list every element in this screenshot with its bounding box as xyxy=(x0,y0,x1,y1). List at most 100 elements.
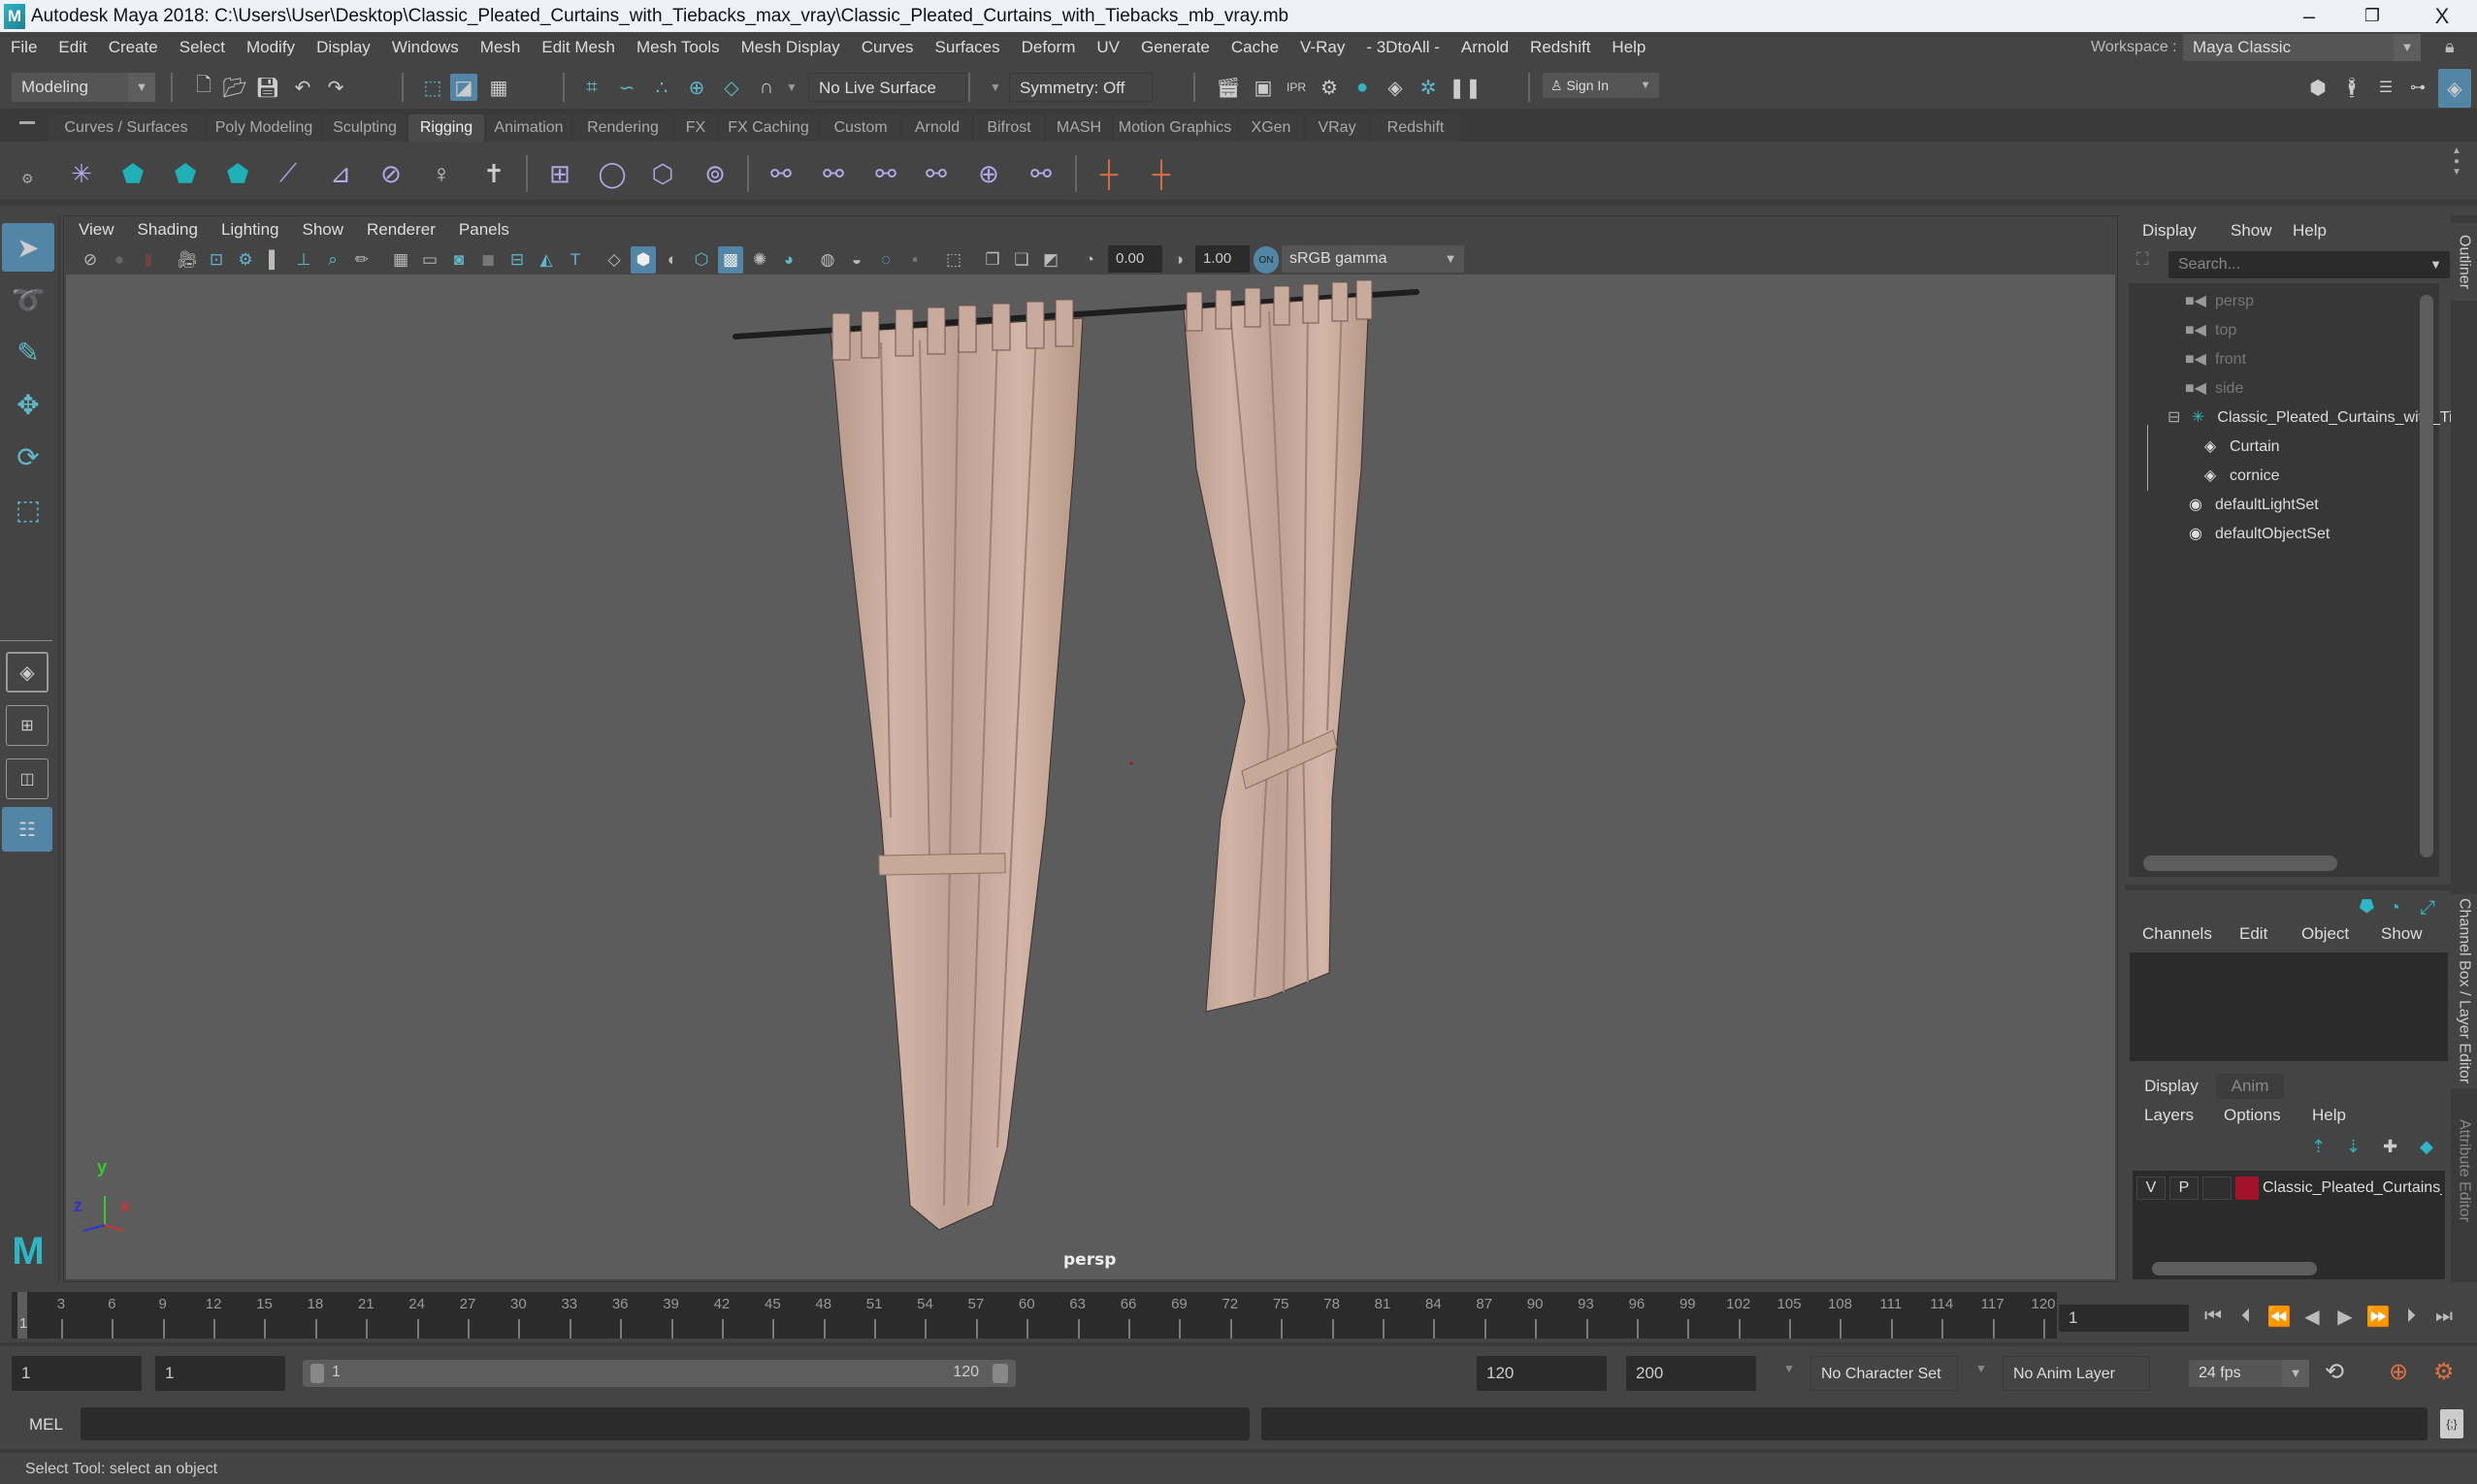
layer-visibility-toggle[interactable]: V xyxy=(2136,1177,2166,1200)
lattice-icon[interactable]: ⬡ xyxy=(644,155,681,192)
layer-tab-anim[interactable]: Anim xyxy=(2216,1074,2284,1099)
paint-weights-icon[interactable]: ◯ xyxy=(594,155,631,192)
splitter[interactable] xyxy=(2125,885,2451,890)
render-settings-icon[interactable]: ⚙ xyxy=(1316,74,1343,101)
redo-icon[interactable]: ↷ xyxy=(322,74,349,101)
aa-icon[interactable]: ◩ xyxy=(1038,246,1063,274)
outliner-list[interactable]: ■◀ persp ■◀ top ■◀ front ■◀ side ⊟ ✳ Classic_Pleat… xyxy=(2129,283,2477,877)
shadows-icon[interactable]: ✺ xyxy=(747,246,772,274)
shelf-tab-bifrost[interactable]: Bifrost xyxy=(974,114,1044,142)
ik-spline-icon[interactable]: ⬟ xyxy=(167,155,204,192)
start-time-field[interactable]: 1 xyxy=(12,1356,142,1391)
chevron-down-icon[interactable]: ▼ xyxy=(1975,1362,1987,1375)
select-component-icon[interactable]: ▦ xyxy=(485,74,512,101)
side-tab-channel-box[interactable]: Channel Box / Layer Editor xyxy=(2451,894,2477,1088)
outliner-layout-icon[interactable]: ☷ xyxy=(2,807,52,852)
exposure-field[interactable]: 0.00 xyxy=(1108,245,1162,273)
select-object-icon[interactable]: ◪ xyxy=(450,74,477,101)
bind-skin-icon[interactable]: ⊞ xyxy=(541,155,578,192)
outliner-menu-show[interactable]: Show xyxy=(2231,221,2272,241)
xray-icon[interactable]: ◍ xyxy=(815,246,840,274)
script-editor-icon[interactable]: {;} xyxy=(2440,1409,2463,1438)
menu-mesh-tools[interactable]: Mesh Tools xyxy=(626,38,731,57)
snap-view-plane-icon[interactable]: ⊕ xyxy=(683,74,710,101)
move-layer-up-icon[interactable]: ⇡ xyxy=(2311,1137,2326,1157)
pause-render-icon[interactable]: ❚❚ xyxy=(1449,74,1482,101)
layer-horizontal-scrollbar[interactable] xyxy=(2152,1262,2317,1275)
character-set-dropdown[interactable]: No Character Set xyxy=(1810,1356,1958,1391)
safe-title-icon[interactable]: T xyxy=(563,246,588,274)
chevron-down-icon[interactable]: ▼ xyxy=(1783,1362,1795,1375)
ipr-render-icon[interactable]: IPR xyxy=(1283,74,1310,101)
menu-create[interactable]: Create xyxy=(98,38,169,57)
four-pane-layout-icon[interactable]: ⊞ xyxy=(6,705,49,746)
snap-curve-icon[interactable]: ∽ xyxy=(613,74,640,101)
backface-culling-icon[interactable]: ▪ xyxy=(902,246,928,274)
color-space-dropdown[interactable]: sRGB gamma ▼ xyxy=(1282,245,1464,273)
shelf-settings-icon[interactable]: ⚙ xyxy=(21,171,34,187)
shelf-tab-fx-caching[interactable]: FX Caching xyxy=(719,114,818,142)
save-scene-icon[interactable]: 💾︎ xyxy=(254,74,281,101)
gamma-icon[interactable]: ◑ xyxy=(1166,246,1191,274)
bookmark-icon[interactable]: ▮ xyxy=(136,246,161,274)
chevron-down-icon[interactable]: ▼ xyxy=(778,74,805,101)
lock-camera-icon[interactable]: ⊡ xyxy=(204,246,229,274)
go-to-end-icon[interactable]: ⏭ xyxy=(2431,1304,2457,1329)
close-button[interactable]: X xyxy=(2413,0,2471,32)
lasso-tool-icon[interactable]: ➰ xyxy=(2,275,54,324)
playback-end-field[interactable]: 120 xyxy=(1477,1356,1607,1391)
show-grid-icon[interactable]: ▦ xyxy=(388,246,413,274)
render-view-icon[interactable]: 🎬︎ xyxy=(1215,74,1242,101)
rotate-tool-icon[interactable]: ⟳ xyxy=(2,433,54,481)
menu-edit[interactable]: Edit xyxy=(48,38,97,57)
play-backwards-icon[interactable]: ◀ xyxy=(2299,1304,2325,1329)
parent-constraint-icon[interactable]: ⚯ xyxy=(763,155,799,192)
isolate-select-icon[interactable]: ⬚ xyxy=(941,246,966,274)
exposure-icon[interactable]: ◔ xyxy=(1077,246,1102,274)
human-ik-shelf-icon[interactable]: ✝ xyxy=(475,155,512,192)
viewport-menu-shading[interactable]: Shading xyxy=(138,220,212,240)
chevron-down-icon[interactable]: ▼ xyxy=(982,74,1009,101)
layer-name[interactable]: Classic_Pleated_Curtains_with_Tiebacks xyxy=(2263,1177,2442,1200)
menu-display[interactable]: Display xyxy=(306,38,381,57)
outliner-item[interactable]: ◈ Curtain xyxy=(2197,433,2280,462)
light-editor-icon[interactable]: ✲ xyxy=(1415,74,1442,101)
maximize-button[interactable]: ❐ xyxy=(2343,0,2401,32)
menu-help[interactable]: Help xyxy=(1601,38,1656,57)
orient-constraint-icon[interactable]: ⚯ xyxy=(867,155,904,192)
color-management-toggle-icon[interactable]: ON xyxy=(1254,246,1279,274)
resolution-gate-icon[interactable]: ◙ xyxy=(446,246,472,274)
cluster-icon[interactable]: ⊚ xyxy=(697,155,733,192)
shelf-tab-animation[interactable]: Animation xyxy=(487,114,570,142)
range-start-handle[interactable] xyxy=(310,1364,324,1383)
move-layer-down-icon[interactable]: ⇣ xyxy=(2346,1137,2361,1157)
menu-generate[interactable]: Generate xyxy=(1130,38,1221,57)
gamma-field[interactable]: 1.00 xyxy=(1195,245,1250,273)
shelf-tab-poly-modeling[interactable]: Poly Modeling xyxy=(207,114,321,142)
channel-box-menu-show[interactable]: Show xyxy=(2381,924,2423,944)
render-setup-icon[interactable]: ◈ xyxy=(1382,74,1409,101)
menu-mesh[interactable]: Mesh xyxy=(470,38,532,57)
range-end-handle[interactable] xyxy=(993,1364,1008,1383)
live-surface-field[interactable]: No Live Surface xyxy=(808,73,966,102)
human-ik-icon[interactable]: 🕴︎ xyxy=(2338,74,2365,101)
pan-zoom-icon[interactable]: ⌕ xyxy=(320,246,345,274)
bookmarks-icon[interactable]: ▌ xyxy=(262,246,287,274)
viewport-menu-show[interactable]: Show xyxy=(303,220,358,240)
quick-rig-icon[interactable]: ♀ xyxy=(423,155,460,192)
end-time-field[interactable]: 200 xyxy=(1626,1356,1756,1391)
xray-joints-icon[interactable]: ◒ xyxy=(844,246,869,274)
shelf-tab-xgen[interactable]: XGen xyxy=(1239,114,1303,142)
channel-box-speed-icon[interactable]: ◔ xyxy=(2389,897,2400,919)
outliner-filter-icon[interactable]: ⛶ xyxy=(2136,249,2162,274)
use-all-lights-icon[interactable]: ▩ xyxy=(718,246,743,274)
minimize-button[interactable]: – xyxy=(2280,0,2338,32)
ik-spring-icon[interactable]: ⬟ xyxy=(219,155,256,192)
layer-editor-menu-options[interactable]: Options xyxy=(2224,1106,2281,1125)
attribute-editor-toggle-icon[interactable]: ☰ xyxy=(2372,74,2399,101)
outliner-item[interactable]: ◉ defaultObjectSet xyxy=(2182,520,2330,549)
shade-wireframe-icon[interactable]: ◐ xyxy=(660,246,685,274)
new-layer-selected-icon[interactable]: ◆ xyxy=(2420,1137,2433,1157)
shelf-tab-fx[interactable]: FX xyxy=(675,114,716,142)
collapse-icon[interactable]: ⊟ xyxy=(2167,403,2180,433)
